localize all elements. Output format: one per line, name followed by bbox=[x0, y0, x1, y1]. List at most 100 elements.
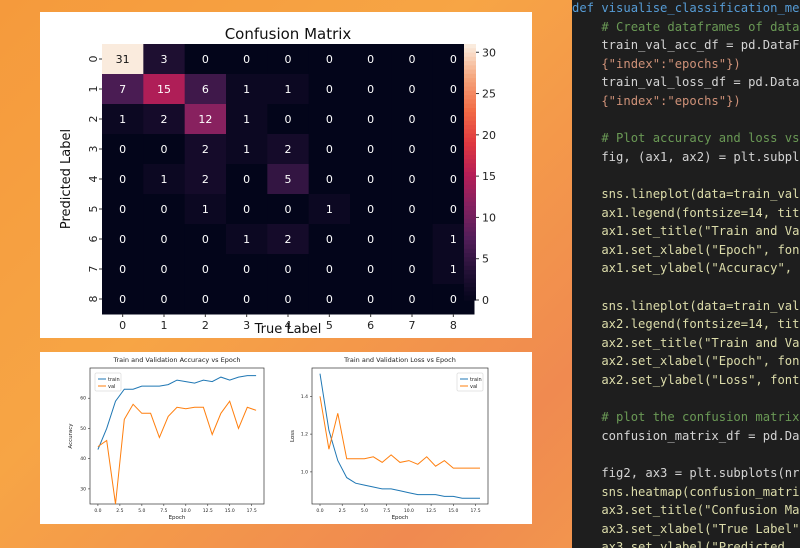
colorbar-segment bbox=[464, 95, 476, 101]
heatmap-cell-value: 0 bbox=[119, 173, 126, 186]
code-line: {"index":"epochs"}) bbox=[572, 94, 741, 108]
colorbar-segment bbox=[464, 44, 476, 49]
x-axis-label: True Label bbox=[254, 322, 322, 337]
x-tick-label: 2 bbox=[202, 319, 209, 332]
heatmap-cell-value: 0 bbox=[285, 293, 292, 306]
loss-y-tick-label: 1.0 bbox=[301, 469, 308, 475]
colorbar-segment bbox=[464, 227, 476, 233]
heatmap-cell-value: 0 bbox=[450, 83, 457, 96]
heatmap-title: Confusion Matrix bbox=[225, 25, 352, 43]
heatmap-cell-value: 0 bbox=[409, 83, 416, 96]
heatmap-cell-value: 0 bbox=[409, 53, 416, 66]
heatmap-cell-value: 0 bbox=[409, 233, 416, 246]
heatmap-cell-value: 0 bbox=[367, 233, 374, 246]
colorbar-segment bbox=[464, 265, 476, 271]
accuracy-x-tick-label: 15.0 bbox=[225, 508, 235, 514]
heatmap-cell-value: 0 bbox=[409, 263, 416, 276]
heatmap-cell-value: 0 bbox=[285, 203, 292, 216]
code-line: confusion_matrix_df = pd.Da bbox=[572, 428, 800, 443]
colorbar-tick-label: 15 bbox=[482, 170, 496, 183]
colorbar-segment bbox=[464, 163, 476, 169]
colorbar-tick-label: 0 bbox=[482, 294, 489, 307]
accuracy-title: Train and Validation Accuracy vs Epoch bbox=[112, 356, 240, 364]
colorbar-segment bbox=[464, 86, 476, 92]
loss-x-axis-label: Epoch bbox=[392, 515, 409, 521]
y-axis-label: Predicted Label bbox=[59, 129, 74, 229]
loss-series-val-line bbox=[319, 396, 480, 469]
heatmap-cell-value: 0 bbox=[409, 143, 416, 156]
heatmap-cell-value: 2 bbox=[202, 173, 209, 186]
colorbar-segment bbox=[464, 189, 476, 194]
heatmap-cell-value: 0 bbox=[243, 173, 250, 186]
colorbar-segment bbox=[464, 172, 476, 177]
loss-x-tick-label: 2.5 bbox=[339, 508, 346, 514]
heatmap-cell-value: 0 bbox=[161, 233, 168, 246]
colorbar-segment bbox=[464, 142, 476, 147]
accuracy-legend-label-train: train bbox=[108, 377, 120, 383]
colorbar-segment bbox=[464, 137, 476, 143]
heatmap-cell-value: 2 bbox=[285, 233, 292, 246]
colorbar-segment bbox=[464, 223, 476, 229]
x-tick-label: 8 bbox=[450, 319, 457, 332]
heatmap-cell-value: 0 bbox=[367, 203, 374, 216]
loss-title: Train and Validation Loss vs Epoch bbox=[343, 356, 456, 364]
code-editor[interactable]: def visualise_classification_me # Create… bbox=[572, 0, 800, 548]
accuracy-y-axis-label: Accuracy bbox=[68, 423, 74, 449]
colorbar-tick-label: 10 bbox=[482, 211, 496, 224]
accuracy-y-tick-label: 60 bbox=[80, 396, 86, 402]
colorbar-segment bbox=[464, 73, 476, 79]
heatmap-cell-value: 0 bbox=[367, 83, 374, 96]
colorbar-segment bbox=[464, 112, 476, 118]
code-line: ax2.set_ylabel("Loss", font bbox=[572, 373, 800, 387]
code-line: train_val_loss_df = pd.Data bbox=[572, 75, 800, 90]
colorbar-segment bbox=[464, 52, 476, 58]
heatmap-cell-value: 3 bbox=[161, 53, 168, 66]
y-tick-label: 6 bbox=[87, 236, 100, 243]
colorbar-segment bbox=[464, 61, 476, 66]
heatmap-cell-value: 0 bbox=[202, 53, 209, 66]
heatmap-cell-value: 0 bbox=[326, 113, 333, 126]
code-line: ax1.legend(fontsize=14, tit bbox=[572, 205, 800, 220]
code-line: ax3.set_xlabel("True Label" bbox=[572, 521, 800, 536]
heatmap-cell-value: 0 bbox=[119, 203, 126, 216]
heatmap-cell-value: 0 bbox=[367, 53, 374, 66]
code-line: ax1.set_title("Train and Va bbox=[572, 224, 800, 239]
accuracy-y-tick-label: 40 bbox=[80, 456, 86, 462]
heatmap-cell-value: 1 bbox=[450, 263, 457, 276]
code-line: sns.lineplot(data=train_val bbox=[572, 187, 800, 201]
code-line: ax3.set_title("Confusion Ma bbox=[572, 503, 800, 518]
accuracy-x-tick-label: 10.0 bbox=[181, 508, 191, 514]
colorbar-segment bbox=[464, 278, 476, 284]
code-line: # Plot accuracy and loss vs bbox=[572, 131, 800, 146]
colorbar-segment bbox=[464, 82, 476, 88]
code-line: train_val_acc_df = pd.DataF bbox=[572, 38, 800, 53]
heatmap-cell-value: 0 bbox=[367, 293, 374, 306]
heatmap-cell-value: 0 bbox=[285, 113, 292, 126]
heatmap-cell-value: 7 bbox=[119, 83, 126, 96]
accuracy-x-tick-label: 5.0 bbox=[138, 508, 145, 514]
heatmap-cell-value: 1 bbox=[326, 203, 333, 216]
heatmap-cell-value: 0 bbox=[119, 233, 126, 246]
heatmap-cell-value: 0 bbox=[285, 53, 292, 66]
colorbar-segment bbox=[464, 167, 476, 173]
heatmap-cell-value: 0 bbox=[367, 143, 374, 156]
heatmap-cell-value: 0 bbox=[243, 203, 250, 216]
y-tick-label: 5 bbox=[87, 206, 100, 213]
heatmap-cell-value: 2 bbox=[161, 113, 168, 126]
colorbar-segment bbox=[464, 270, 476, 275]
colorbar-segment bbox=[464, 116, 476, 122]
colorbar-segment bbox=[464, 261, 476, 267]
colorbar-segment bbox=[464, 176, 476, 182]
colorbar-segment bbox=[464, 282, 476, 288]
colorbar-segment bbox=[464, 253, 476, 258]
heatmap-cell-value: 0 bbox=[326, 53, 333, 66]
loss-y-tick-label: 1.4 bbox=[301, 394, 308, 400]
heatmap-cell-value: 0 bbox=[161, 293, 168, 306]
colorbar-segment bbox=[464, 56, 476, 62]
accuracy-x-tick-label: 2.5 bbox=[116, 508, 123, 514]
loss-x-tick-label: 17.5 bbox=[471, 508, 481, 514]
heatmap-cell-value: 0 bbox=[202, 233, 209, 246]
colorbar-segment bbox=[464, 125, 476, 130]
colorbar-segment bbox=[464, 99, 476, 105]
heatmap-cell-value: 1 bbox=[450, 233, 457, 246]
